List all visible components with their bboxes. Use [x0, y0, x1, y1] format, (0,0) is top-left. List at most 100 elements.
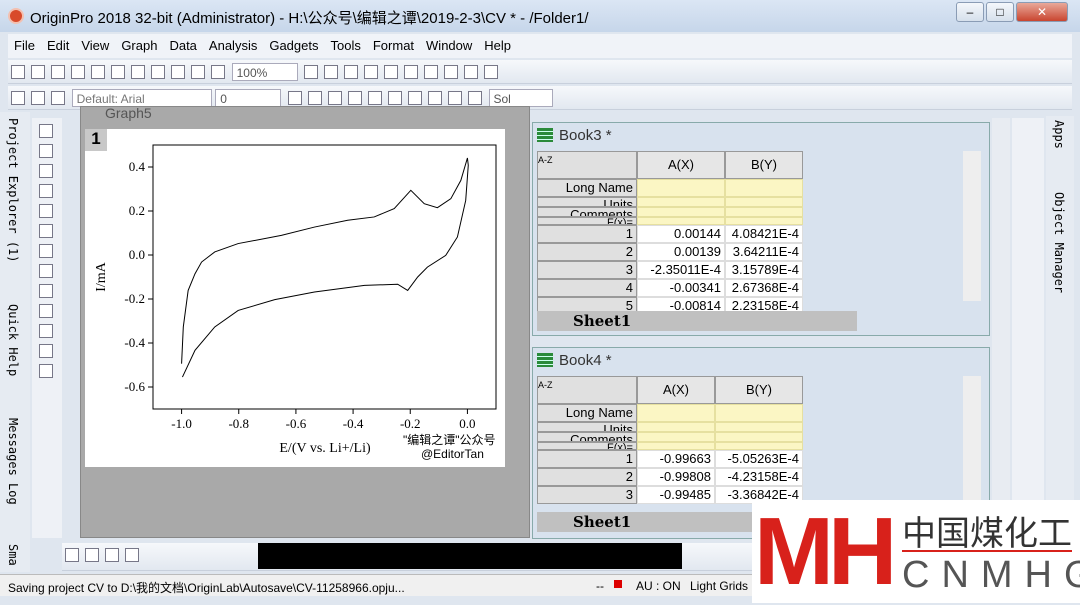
- graph-page[interactable]: 1 -1.0 -0.8 -0.6 -0.4 -0.2 0.0 0.4 0.2 0.0 -0.2 -0…: [85, 129, 505, 467]
- autoupdate-status[interactable]: AU : ON: [636, 579, 681, 593]
- cell[interactable]: [637, 197, 725, 207]
- row-number[interactable]: 4: [537, 279, 637, 297]
- align-icon[interactable]: [407, 91, 422, 105]
- cell-a[interactable]: 0.00144: [637, 225, 725, 243]
- cell[interactable]: [637, 207, 725, 217]
- row-number[interactable]: 2: [537, 468, 637, 486]
- italic-icon[interactable]: [307, 91, 322, 105]
- slideshow-icon[interactable]: [324, 65, 339, 79]
- cv-plot[interactable]: -1.0 -0.8 -0.6 -0.4 -0.2 0.0 0.4 0.2 0.0 -0.2 -0.4…: [85, 129, 505, 467]
- cell[interactable]: [637, 217, 725, 225]
- cell[interactable]: [715, 442, 803, 450]
- new-layout-icon[interactable]: [131, 65, 145, 79]
- tab-messages-log[interactable]: Messages Log: [6, 418, 20, 505]
- menu-format[interactable]: Format: [367, 34, 420, 53]
- column-header-a[interactable]: A(X): [637, 151, 725, 179]
- cell[interactable]: [715, 432, 803, 442]
- paste-icon[interactable]: [51, 91, 65, 105]
- stats-icon[interactable]: [464, 65, 479, 79]
- function-icon[interactable]: [111, 65, 125, 79]
- menu-window[interactable]: Window: [420, 34, 478, 53]
- pointer-icon[interactable]: [39, 124, 53, 138]
- tab-smart-hint[interactable]: Sma: [6, 544, 20, 566]
- save-template-icon[interactable]: [211, 65, 225, 79]
- line-icon[interactable]: [39, 304, 53, 318]
- cell-a[interactable]: -0.99485: [637, 486, 715, 504]
- row-number[interactable]: 2: [537, 243, 637, 261]
- book3-grid[interactable]: A-Z A(X) B(Y) Long Name Units Comments F(x…: [537, 151, 803, 315]
- code-builder-icon[interactable]: [384, 65, 399, 79]
- menu-gadgets[interactable]: Gadgets: [263, 34, 324, 53]
- cell[interactable]: [715, 422, 803, 432]
- rectangle-icon[interactable]: [39, 324, 53, 338]
- open-icon[interactable]: [151, 65, 165, 79]
- row-number[interactable]: 3: [537, 261, 637, 279]
- zoom-select[interactable]: 100%: [231, 63, 298, 81]
- sort-icon[interactable]: A-Z: [537, 151, 637, 179]
- cell-a[interactable]: -0.99663: [637, 450, 715, 468]
- subscript-icon[interactable]: [367, 91, 382, 105]
- new-matrix-icon[interactable]: [91, 65, 105, 79]
- book3-vscrollbar[interactable]: [963, 151, 981, 301]
- print-icon[interactable]: [304, 65, 319, 79]
- font-size-select[interactable]: 0: [215, 89, 282, 107]
- hand-icon[interactable]: [39, 344, 53, 358]
- filter-icon[interactable]: [484, 65, 499, 79]
- open-template-icon[interactable]: [171, 65, 185, 79]
- cell[interactable]: [637, 179, 725, 197]
- results-log-icon[interactable]: [404, 65, 419, 79]
- cell-a[interactable]: -0.99808: [637, 468, 715, 486]
- region-icon[interactable]: [39, 364, 53, 378]
- new-project-icon[interactable]: [11, 65, 25, 79]
- 3d-tilt-icon[interactable]: [85, 548, 99, 562]
- tab-project-explorer[interactable]: Project Explorer (1): [6, 118, 20, 263]
- font-color-icon[interactable]: [427, 91, 442, 105]
- new-graph-icon[interactable]: [71, 65, 85, 79]
- cell-b[interactable]: -5.05263E-4: [715, 450, 803, 468]
- cell-b[interactable]: 3.15789E-4: [725, 261, 803, 279]
- cell[interactable]: [637, 432, 715, 442]
- sheet-tab[interactable]: Sheet1: [573, 312, 631, 330]
- cell[interactable]: [725, 217, 803, 225]
- row-number[interactable]: 3: [537, 486, 637, 504]
- sheet-tab[interactable]: Sheet1: [573, 513, 631, 531]
- text-icon[interactable]: [39, 264, 53, 278]
- menu-help[interactable]: Help: [478, 34, 517, 53]
- workspace-vscrollbar[interactable]: [992, 118, 1010, 538]
- sort-icon[interactable]: A-Z: [537, 376, 637, 404]
- menu-analysis[interactable]: Analysis: [203, 34, 263, 53]
- cell-b[interactable]: 4.08421E-4: [725, 225, 803, 243]
- tab-object-manager[interactable]: Object Manager: [1052, 192, 1066, 293]
- cell-b[interactable]: -4.23158E-4: [715, 468, 803, 486]
- book4-vscrollbar[interactable]: [963, 376, 981, 506]
- draw-data-icon[interactable]: [39, 244, 53, 258]
- book3-window[interactable]: Book3 * A-Z A(X) B(Y) Long Name Units Comm…: [532, 122, 990, 336]
- save-icon[interactable]: [191, 65, 205, 79]
- cell[interactable]: [725, 197, 803, 207]
- menu-file[interactable]: File: [8, 34, 41, 53]
- zoom-in-icon[interactable]: [39, 144, 53, 158]
- 3d-rotate-icon[interactable]: [65, 548, 79, 562]
- mask-icon[interactable]: [39, 224, 53, 238]
- cut-icon[interactable]: [11, 91, 25, 105]
- video-icon[interactable]: [364, 65, 379, 79]
- new-workbook-icon[interactable]: [51, 65, 65, 79]
- screen-reader-icon[interactable]: [39, 204, 53, 218]
- book4-grid[interactable]: A-Z A(X) B(Y) Long Name Units Comments F(x…: [537, 376, 803, 504]
- minimize-button[interactable]: –: [956, 2, 984, 22]
- project-explorer-icon[interactable]: [424, 65, 439, 79]
- cell-a[interactable]: 0.00139: [637, 243, 725, 261]
- menu-edit[interactable]: Edit: [41, 34, 75, 53]
- table-icon[interactable]: [125, 548, 139, 562]
- tab-apps[interactable]: Apps: [1052, 120, 1066, 149]
- zoom-out-icon[interactable]: [39, 164, 53, 178]
- column-header-a[interactable]: A(X): [637, 376, 715, 404]
- superscript-icon[interactable]: [347, 91, 362, 105]
- tab-quick-help[interactable]: Quick Help: [6, 304, 20, 376]
- column-header-b[interactable]: B(Y): [725, 151, 803, 179]
- sum-icon[interactable]: [444, 65, 459, 79]
- line-color-icon[interactable]: [467, 91, 482, 105]
- cell[interactable]: [725, 207, 803, 217]
- cell[interactable]: [637, 422, 715, 432]
- maximize-button[interactable]: □: [986, 2, 1014, 22]
